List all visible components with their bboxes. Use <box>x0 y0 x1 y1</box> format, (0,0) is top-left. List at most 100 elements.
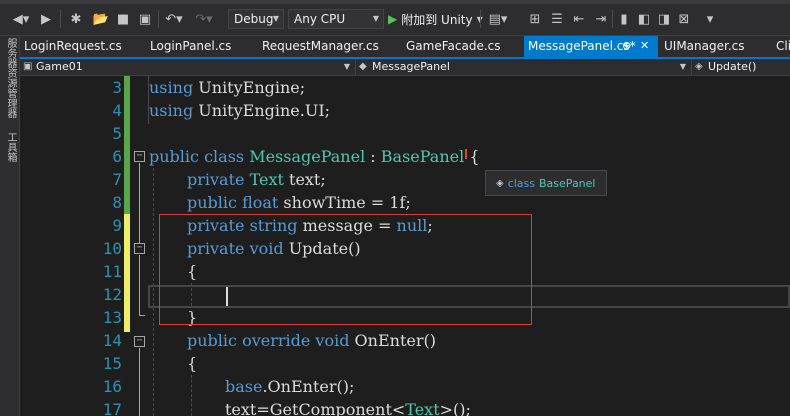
navigate-back-icon[interactable]: ◀▾ <box>8 10 34 28</box>
chevron-down-icon: ▼ <box>343 62 350 71</box>
outline-line <box>139 163 140 243</box>
toolbar-overflow-icon[interactable]: ▾ <box>700 10 720 28</box>
tab-message-panel[interactable]: MessagePanel.cs* ⊕ ✕ <box>524 36 658 57</box>
menu-strip-remnant <box>0 0 790 4</box>
line-number: 16 <box>102 377 122 396</box>
next-bookmark-icon[interactable]: ◨ <box>656 10 672 28</box>
tab-overflow[interactable]: Cli <box>772 36 790 57</box>
code-line-7: private Text text; <box>187 170 326 189</box>
code-line-3: using UnityEngine; <box>149 78 306 97</box>
class-name: MessagePanel <box>372 60 450 73</box>
tab-label: UIManager.cs <box>664 39 745 53</box>
tab-game-facade[interactable]: GameFacade.cs <box>402 36 522 57</box>
code-line-16: base.OnEnter(); <box>225 377 355 396</box>
code-line-4: using UnityEngine.UI; <box>149 101 331 120</box>
line-number: 11 <box>102 262 122 281</box>
toolbox-tab[interactable]: 工具箱 <box>2 132 16 172</box>
mouse-cursor-icon <box>465 149 467 159</box>
close-icon[interactable]: ✕ <box>640 36 649 56</box>
run-label: 附加到 Unity <box>401 12 473 27</box>
member-name: Update() <box>708 60 757 73</box>
code-editor[interactable]: 3 4 5 6 7 8 9 10 11 12 13 14 15 16 17 − … <box>20 76 790 416</box>
undo-icon[interactable]: ↶▾ <box>162 10 186 28</box>
line-number: 17 <box>102 400 122 416</box>
tab-label: RequestManager.cs <box>262 39 379 53</box>
tab-ui-manager[interactable]: UIManager.cs <box>660 36 770 57</box>
navigation-bar: ▣ Game01 ▼ ◆ MessagePanel ▼ ◈ Update() <box>20 59 790 76</box>
tab-label: Cli <box>776 39 790 53</box>
tab-request-manager[interactable]: RequestManager.cs <box>258 36 400 57</box>
line-number: 8 <box>112 193 122 212</box>
platform-value: Any CPU <box>294 12 346 26</box>
project-icon: ▣ <box>23 61 33 72</box>
class-dropdown[interactable]: ◆ MessagePanel ▼ <box>356 59 692 75</box>
toolbar-separator <box>158 10 159 28</box>
indent-icon[interactable]: ⇥ <box>592 10 610 28</box>
line-number: 6 <box>112 147 122 166</box>
save-all-icon[interactable]: ▣ <box>136 10 154 28</box>
project-dropdown[interactable]: ▣ Game01 ▼ <box>20 59 356 75</box>
outline-line <box>139 255 140 315</box>
save-icon[interactable]: ■ <box>114 10 132 28</box>
open-file-icon[interactable]: 📂 <box>92 10 110 28</box>
line-number: 5 <box>112 124 122 143</box>
main-toolbar: ◀▾ ▶ ✱ 📂 ■ ▣ ↶▾ ↷▾ Debug ▼ Any CPU ▼ ▶ 附… <box>0 0 790 36</box>
platform-select[interactable]: Any CPU ▼ <box>288 9 384 29</box>
tab-label: GameFacade.cs <box>406 39 501 53</box>
line-number: 10 <box>102 239 122 258</box>
chevron-down-icon: ▼ <box>679 62 686 71</box>
toolbar-separator <box>60 10 61 28</box>
line-number: 4 <box>112 101 122 120</box>
redo-icon[interactable]: ↷▾ <box>192 10 216 28</box>
toolbar-separator <box>480 10 481 28</box>
configuration-value: Debug <box>234 12 274 26</box>
collapse-update-toggle[interactable]: − <box>134 243 145 254</box>
collapse-class-toggle[interactable]: − <box>134 151 145 162</box>
class-icon: ◆ <box>359 61 367 72</box>
tab-label: LoginPanel.cs <box>150 39 232 53</box>
highlight-annotation-box <box>159 214 532 325</box>
selection-margin <box>20 76 46 416</box>
tab-label: MessagePanel.cs* <box>528 39 636 53</box>
bookmark-icon[interactable]: ▮ <box>616 10 632 28</box>
code-line-6: public class MessagePanel : BasePanel { <box>149 147 480 166</box>
attach-to-unity-button[interactable]: ▶ 附加到 Unity ▼ <box>388 9 483 29</box>
previous-bookmark-icon[interactable]: ◧ <box>636 10 652 28</box>
line-number: 12 <box>102 285 122 304</box>
code-line-8: public float showTime = 1f; <box>187 193 411 212</box>
saved-change-bar <box>124 76 130 214</box>
quick-info-tooltip: ◈ class BasePanel <box>485 170 607 196</box>
line-number: 9 <box>112 216 122 235</box>
new-project-icon[interactable]: ✱ <box>66 10 86 28</box>
chevron-down-icon: ▼ <box>272 14 279 23</box>
toolbar-separator <box>612 10 613 28</box>
tab-label: LoginRequest.cs <box>24 39 122 53</box>
outline-line <box>139 348 140 416</box>
member-dropdown[interactable]: ◈ Update() <box>692 59 790 75</box>
class-icon: ◈ <box>496 177 504 189</box>
solution-explorer-icon[interactable]: ▤▾ <box>486 10 510 28</box>
project-name: Game01 <box>36 60 83 73</box>
server-explorer-tab[interactable]: 服务器资源管理器 <box>2 38 16 134</box>
navigate-forward-icon[interactable]: ▶ <box>38 10 54 28</box>
tooltip-keyword: class <box>507 176 536 190</box>
indent-guide <box>191 375 192 416</box>
class-view-icon[interactable]: ⊞ <box>526 10 544 28</box>
line-number: 3 <box>112 78 122 97</box>
tooltip-type-name: BasePanel <box>539 176 596 190</box>
document-tab-bar: LoginRequest.cs LoginPanel.cs RequestMan… <box>20 36 790 57</box>
code-line-14: public override void OnEnter() <box>187 331 436 350</box>
clear-bookmarks-icon[interactable]: ⊠ <box>676 10 692 28</box>
outdent-icon[interactable]: ⇤ <box>570 10 588 28</box>
collapse-onenter-toggle[interactable]: − <box>134 336 145 347</box>
format-document-icon[interactable]: ☰ <box>548 10 566 28</box>
play-icon: ▶ <box>388 12 398 26</box>
chevron-down-icon: ▼ <box>372 14 379 23</box>
configuration-select[interactable]: Debug ▼ <box>228 9 284 29</box>
code-line-15: { <box>187 354 198 373</box>
pin-icon[interactable]: ⊕ <box>622 36 631 56</box>
tab-login-request[interactable]: LoginRequest.cs <box>20 36 144 57</box>
line-number: 7 <box>112 170 122 189</box>
tab-login-panel[interactable]: LoginPanel.cs <box>146 36 256 57</box>
left-tool-window-strip: 服务器资源管理器 工具箱 <box>0 36 20 416</box>
